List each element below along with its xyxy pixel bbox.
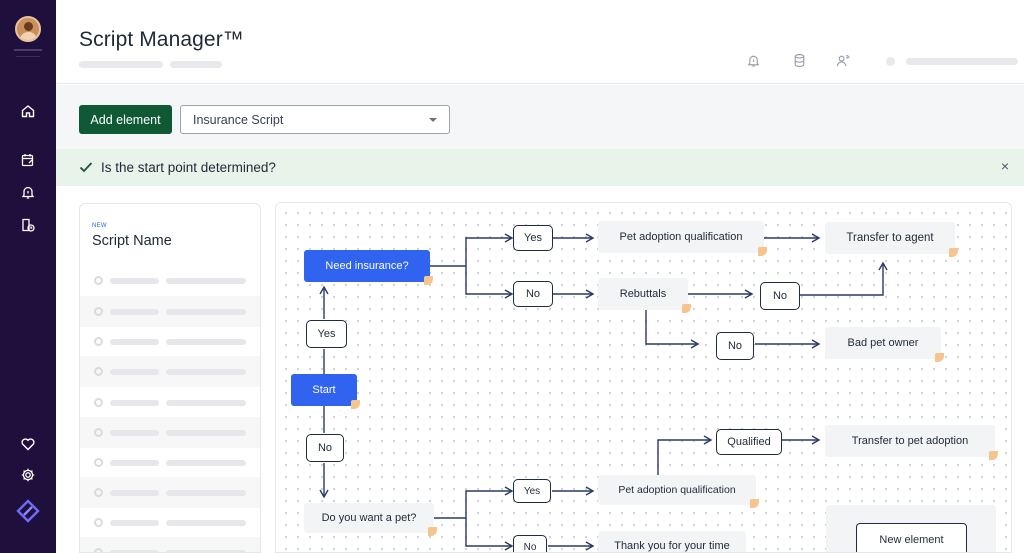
node-label: Thank you for your time (614, 540, 730, 552)
script-select-value: Insurance Script (193, 112, 284, 127)
connector (657, 439, 710, 475)
node-label: No (317, 442, 333, 454)
bell-icon[interactable] (745, 52, 761, 68)
brand-logo-icon[interactable] (15, 498, 41, 524)
new-badge: NEW (92, 223, 107, 229)
add-element-button[interactable]: Add element (79, 105, 172, 134)
connector (434, 490, 511, 519)
node-label: Rebuttals (619, 288, 667, 300)
list-item[interactable] (80, 477, 260, 508)
node-label: No (525, 288, 541, 300)
node-no[interactable]: No (306, 434, 344, 462)
divider (14, 49, 42, 51)
node-label: Pet adoption qualification (619, 231, 743, 243)
document-clock-icon[interactable] (18, 215, 38, 235)
node-qualified[interactable]: Qualified (716, 429, 782, 455)
list-item[interactable] (80, 537, 260, 552)
node-label: Pet adoption qualification (618, 484, 736, 496)
node-need-insurance[interactable]: Need insurance? (304, 250, 433, 285)
node-label: Do you want a pet? (321, 512, 417, 524)
alert-message: Is the start point determined? (101, 160, 276, 175)
script-name-title[interactable]: Script Name (92, 233, 172, 249)
list-item[interactable] (80, 265, 260, 296)
page-title: Script Manager™ (79, 28, 244, 51)
gear-icon[interactable] (18, 465, 38, 485)
node-transfer-to-agent[interactable]: Transfer to agent (825, 222, 958, 257)
node-label: Start (312, 384, 336, 396)
flow-canvas[interactable]: Need insurance? Yes Pet adoption qualifi… (275, 202, 1012, 553)
new-element-button[interactable]: New element (856, 523, 967, 552)
node-thank-you[interactable]: Thank you for your time (598, 531, 746, 552)
subtitle-placeholder (79, 61, 163, 68)
node-yes[interactable]: Yes (513, 225, 553, 251)
node-yes[interactable]: Yes (513, 479, 551, 503)
node-label: Yes (317, 328, 336, 340)
user-name-placeholder (906, 58, 1018, 65)
alert-banner: Is the start point determined? × (56, 149, 1024, 186)
list-item[interactable] (80, 507, 260, 538)
toolbar: Add element Insurance Script (56, 85, 1024, 149)
calendar-edit-icon[interactable] (18, 150, 38, 170)
avatar[interactable] (15, 16, 41, 42)
list-item[interactable] (80, 447, 260, 478)
status-dot (886, 57, 895, 66)
node-pet-adoption-qualification[interactable]: Pet adoption qualification (598, 221, 767, 256)
list-item[interactable] (80, 417, 260, 448)
list-item[interactable] (80, 356, 260, 387)
connector (645, 308, 697, 345)
chevron-down-icon (429, 118, 437, 122)
node-label: No (772, 290, 788, 302)
script-panel: NEW Script Name (79, 203, 261, 553)
node-label: No (727, 340, 743, 352)
node-label: Qualified (727, 436, 771, 448)
subtitle-placeholder (170, 61, 222, 68)
script-select[interactable]: Insurance Script (180, 105, 450, 134)
node-start[interactable]: Start (291, 374, 360, 409)
user-signal-icon[interactable] (835, 52, 851, 68)
node-yes[interactable]: Yes (306, 320, 347, 348)
node-transfer-to-pet-adoption[interactable]: Transfer to pet adoption (825, 425, 998, 460)
node-bad-pet-owner[interactable]: Bad pet owner (825, 327, 944, 362)
node-no[interactable]: No (760, 282, 800, 310)
heart-icon[interactable] (18, 434, 38, 454)
node-label: Need insurance? (325, 260, 409, 272)
node-label: No (523, 541, 537, 553)
list-item[interactable] (80, 296, 260, 327)
node-label: Transfer to agent (846, 232, 934, 244)
home-icon[interactable] (18, 101, 38, 121)
bell-icon[interactable] (18, 182, 38, 202)
sidebar (0, 0, 56, 553)
list-item[interactable] (80, 387, 260, 418)
node-no[interactable]: No (716, 332, 754, 360)
close-icon[interactable]: × (998, 159, 1012, 173)
node-no[interactable]: No (513, 281, 553, 307)
node-label: Transfer to pet adoption (851, 435, 969, 447)
node-do-you-want-a-pet[interactable]: Do you want a pet? (304, 503, 437, 536)
connector (465, 518, 511, 547)
header: Script Manager™ (56, 0, 1024, 84)
divider (16, 56, 40, 57)
node-label: Bad pet owner (847, 337, 919, 349)
connector (800, 264, 884, 296)
node-label: Yes (524, 232, 542, 244)
node-pet-adoption-qualification[interactable]: Pet adoption qualification (598, 475, 759, 508)
node-label: Yes (523, 485, 541, 497)
list-item[interactable] (80, 326, 260, 357)
new-element-dropzone: New element (826, 505, 996, 552)
check-icon (79, 162, 93, 173)
node-no[interactable]: No (513, 535, 547, 553)
database-icon[interactable] (791, 52, 807, 68)
connector (465, 266, 511, 295)
node-rebuttals[interactable]: Rebuttals (598, 278, 691, 313)
connector (430, 237, 511, 267)
